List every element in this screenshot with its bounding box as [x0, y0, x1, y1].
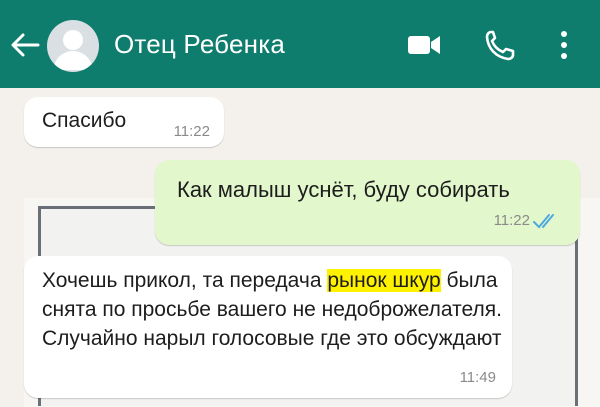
- message-text-part: Хочешь прикол, та передача: [42, 269, 328, 292]
- message-time: 11:22: [173, 123, 210, 140]
- phone-call-icon[interactable]: [484, 28, 516, 62]
- back-arrow-icon[interactable]: [8, 28, 42, 62]
- message-time: 11:49: [459, 369, 496, 386]
- message-text: Как малыш уснёт, буду собирать: [177, 177, 510, 202]
- avatar-placeholder-icon: [53, 30, 93, 70]
- highlighted-text: рынок шкур: [327, 269, 441, 292]
- message-time: 11:22: [493, 212, 530, 229]
- message-outgoing-1[interactable]: Как малыш уснёт, буду собирать 11:22: [155, 160, 580, 245]
- chat-header: Отец Ребенка: [0, 0, 600, 88]
- message-text: Хочешь прикол, та передача рынок шкур бы…: [42, 266, 502, 353]
- double-check-read-icon: [533, 214, 554, 229]
- contact-name[interactable]: Отец Ребенка: [114, 29, 285, 60]
- chat-area[interactable]: Спасибо 11:22 Как малыш уснёт, буду соби…: [0, 88, 600, 407]
- avatar[interactable]: [47, 20, 99, 72]
- message-incoming-1[interactable]: Спасибо 11:22: [24, 97, 224, 147]
- message-incoming-2[interactable]: Хочешь прикол, та передача рынок шкур бы…: [24, 256, 512, 398]
- video-call-icon[interactable]: [405, 30, 443, 60]
- message-text: Спасибо: [42, 109, 127, 132]
- more-vert-icon[interactable]: [557, 28, 571, 62]
